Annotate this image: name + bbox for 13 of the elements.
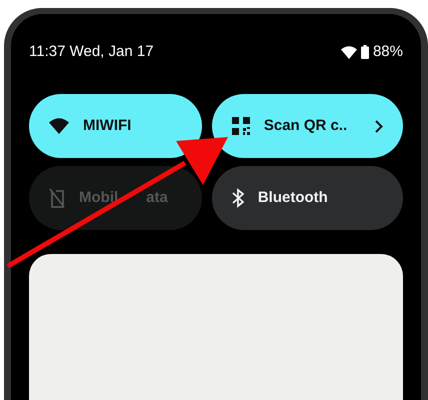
tile-label: ata: [146, 188, 168, 208]
qr-code-icon: [232, 117, 250, 135]
no-sim-icon: [49, 188, 65, 208]
battery-icon: [360, 45, 369, 59]
battery-percentage: 88%: [372, 42, 403, 62]
wifi-icon: [49, 118, 69, 134]
bluetooth-icon: [232, 188, 244, 208]
tile-label: Mobil: [79, 188, 118, 208]
quick-settings-tile[interactable]: Scan QR c..: [212, 94, 404, 158]
time-date: 11:37 Wed, Jan 17: [29, 42, 154, 62]
wifi-icon: [340, 46, 357, 58]
quick-settings-tile[interactable]: Bluetooth: [212, 166, 404, 230]
quick-settings-tile[interactable]: MIWIFI: [29, 94, 202, 158]
